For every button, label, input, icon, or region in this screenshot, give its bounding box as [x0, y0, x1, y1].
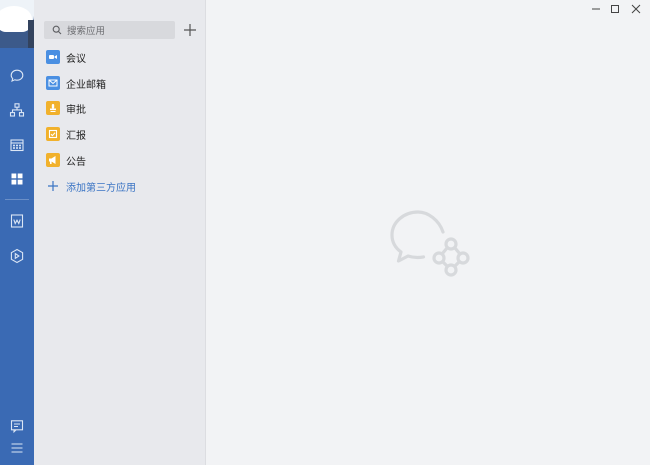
wecom-logo-icon — [389, 208, 471, 281]
feedback-icon[interactable] — [0, 414, 34, 438]
search-input[interactable]: 搜索应用 — [44, 21, 175, 39]
add-third-party-app-button[interactable]: 添加第三方应用 — [34, 174, 205, 198]
calendar-icon[interactable] — [0, 133, 34, 157]
apps-grid-icon[interactable] — [0, 167, 34, 191]
close-icon[interactable] — [626, 2, 646, 16]
approval-icon — [46, 101, 60, 115]
search-icon — [52, 25, 62, 35]
search-placeholder: 搜索应用 — [67, 26, 106, 37]
app-item-report[interactable]: 汇报 — [34, 122, 205, 146]
app-item-announcement[interactable]: 公告 — [34, 148, 205, 172]
main-area — [206, 0, 650, 465]
org-chart-icon[interactable] — [0, 98, 34, 122]
rail-divider — [5, 199, 29, 200]
app-label: 会议 — [66, 53, 86, 65]
chat-icon[interactable] — [0, 64, 34, 88]
maximize-icon[interactable] — [605, 2, 625, 16]
report-icon — [46, 127, 60, 141]
cube-icon[interactable] — [0, 244, 34, 268]
app-label: 企业邮箱 — [66, 79, 106, 91]
mail-icon — [46, 76, 60, 90]
announcement-icon — [46, 153, 60, 167]
plus-icon — [47, 180, 59, 192]
app-label: 审批 — [66, 104, 86, 116]
add-icon[interactable] — [182, 22, 198, 38]
app-label: 汇报 — [66, 130, 86, 142]
minimize-icon[interactable] — [586, 2, 606, 16]
app-item-meeting[interactable]: 会议 — [34, 45, 205, 69]
app-item-approval[interactable]: 审批 — [34, 96, 205, 120]
app-label: 公告 — [66, 156, 86, 168]
document-icon[interactable] — [0, 209, 34, 233]
app-item-mail[interactable]: 企业邮箱 — [34, 71, 205, 95]
meeting-icon — [46, 50, 60, 64]
avatar[interactable] — [0, 0, 34, 48]
nav-rail — [0, 0, 34, 465]
app-list-panel: 搜索应用 会议 企业邮箱 审批 汇报 公告 添加第三方应用 — [34, 0, 206, 465]
add-app-label: 添加第三方应用 — [66, 182, 136, 194]
menu-icon[interactable] — [0, 436, 34, 460]
